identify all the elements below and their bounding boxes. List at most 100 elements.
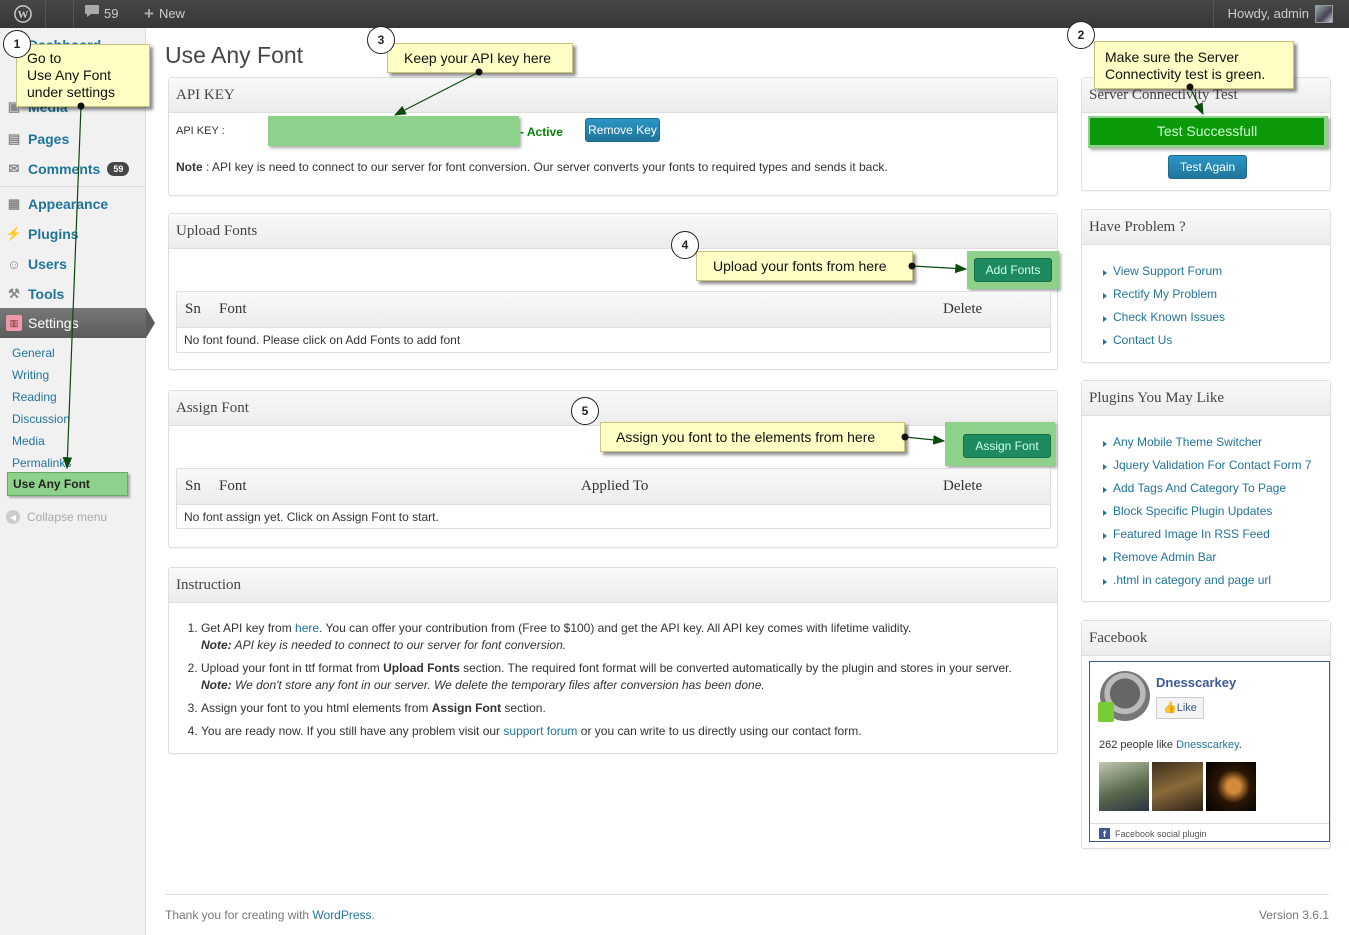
api-note: Note : API key is need to connect to our… <box>176 160 888 174</box>
fan-avatar[interactable] <box>1152 762 1203 811</box>
comments-badge: 59 <box>107 162 130 176</box>
plugins-header: Plugins You May Like <box>1082 381 1330 416</box>
admin-bar: W 59 + New Howdy, admin <box>0 0 1349 28</box>
social-plugin-label: Facebook social plugin <box>1115 828 1207 839</box>
list-item: Contact Us <box>1102 329 1225 352</box>
have-problem-header: Have Problem ? <box>1082 210 1330 245</box>
sidebar-item-appearance[interactable]: ▦ Appearance <box>0 189 146 219</box>
assign-font-button[interactable]: Assign Font <box>963 434 1051 458</box>
col-delete: Delete <box>943 301 983 317</box>
comments-icon: ✉ <box>8 161 20 176</box>
likes-link[interactable]: Dnesscarkey <box>1176 739 1239 751</box>
note-text: : API key is need to connect to our serv… <box>206 160 888 174</box>
add-fonts-button[interactable]: Add Fonts <box>974 258 1052 282</box>
sidebar-item-label: Tools <box>28 286 65 302</box>
list-item: Block Specific Plugin Updates <box>1103 500 1312 523</box>
facebook-social-plugin: f Facebook social plugin <box>1099 828 1207 839</box>
callout-line: Use Any Font <box>27 67 112 83</box>
callout-1: Go to Use Any Font under settings <box>16 44 150 107</box>
assign-font-header: Assign Font <box>169 391 1057 426</box>
footer-text: . <box>371 908 375 922</box>
callout-line: Go to <box>27 50 62 66</box>
view-support-forum-link[interactable]: View Support Forum <box>1113 264 1222 278</box>
list-item: Check Known Issues <box>1102 306 1225 329</box>
submenu-discussion[interactable]: Discussion <box>12 412 70 426</box>
admin-bar-comments[interactable]: 59 <box>84 0 118 28</box>
sidebar-item-pages[interactable]: ▤ Pages <box>0 124 146 154</box>
collapse-menu[interactable]: ◀ Collapse menu <box>6 510 107 524</box>
note-label: Note <box>176 160 203 174</box>
new-label: New <box>158 6 185 21</box>
footer-text: Thank you for creating with <box>165 908 313 922</box>
plugins-icon: ⚡ <box>5 226 23 241</box>
plugins-box: Plugins You May Like Any Mobile Theme Sw… <box>1081 380 1331 602</box>
fan-avatar[interactable] <box>1206 762 1256 811</box>
fan-avatar[interactable] <box>1099 762 1149 811</box>
known-issues-link[interactable]: Check Known Issues <box>1113 310 1225 324</box>
callout-5: Assign you font to the elements from her… <box>600 422 905 452</box>
sidebar-item-plugins[interactable]: ⚡ Plugins <box>0 219 146 249</box>
wordpress-link[interactable]: WordPress <box>312 908 371 922</box>
here-link[interactable]: here <box>295 621 319 635</box>
api-key-input[interactable] <box>268 116 519 146</box>
sidebar-item-tools[interactable]: ⚒ Tools <box>0 279 146 309</box>
plugin-link[interactable]: .html in category and page url <box>1113 573 1271 587</box>
sidebar-item-label: Appearance <box>28 196 109 212</box>
admin-bar-new[interactable]: + New <box>144 0 185 28</box>
step-marker-2: 2 <box>1067 21 1095 49</box>
api-key-header: API KEY <box>169 78 1057 113</box>
admin-bar-separator <box>46 0 74 28</box>
footer-divider <box>165 894 1329 895</box>
plugin-link[interactable]: Jquery Validation For Contact Form 7 <box>1113 458 1312 472</box>
instruction-box: Instruction Get API key from here. You c… <box>168 567 1058 754</box>
facebook-box: Facebook Dnesscarkey 👍Like 262 people li… <box>1081 620 1331 849</box>
likes-prefix: 262 people like <box>1099 739 1177 751</box>
submenu-general[interactable]: General <box>12 346 55 360</box>
instruction-text: section. The required font format will b… <box>459 661 1012 675</box>
instruction-header: Instruction <box>169 568 1057 603</box>
instruction-text: section. <box>501 701 546 715</box>
sidebar-item-settings[interactable]: ▥ Settings <box>0 308 155 338</box>
contact-us-link[interactable]: Contact Us <box>1113 333 1172 347</box>
menu-separator <box>0 186 146 187</box>
submenu-writing[interactable]: Writing <box>12 368 49 382</box>
likes-count: 262 people like Dnesscarkey. <box>1099 739 1242 751</box>
submenu-media[interactable]: Media <box>12 434 45 448</box>
sidebar-item-label: Comments <box>28 161 101 177</box>
support-forum-link[interactable]: support forum <box>503 724 577 738</box>
test-successful-button[interactable]: Test Successfull <box>1090 118 1324 145</box>
plugin-link[interactable]: Featured Image In RSS Feed <box>1113 527 1270 541</box>
callout-line: Connectivity test is green. <box>1105 66 1266 82</box>
col-delete: Delete <box>943 478 983 494</box>
svg-text:W: W <box>17 9 28 21</box>
api-key-label: API KEY : <box>176 125 225 137</box>
list-item: Any Mobile Theme Switcher <box>1103 431 1312 454</box>
sidebar-item-label: Settings <box>28 315 79 331</box>
settings-icon: ▥ <box>6 315 22 331</box>
instruction-text: . You can offer your contribution from (… <box>319 621 912 635</box>
remove-key-button[interactable]: Remove Key <box>585 118 660 142</box>
submenu-reading[interactable]: Reading <box>12 390 57 404</box>
plugin-link[interactable]: Remove Admin Bar <box>1113 550 1216 564</box>
rectify-problem-link[interactable]: Rectify My Problem <box>1113 287 1217 301</box>
facebook-page-name[interactable]: Dnesscarkey <box>1156 675 1236 690</box>
facebook-header: Facebook <box>1082 621 1330 656</box>
plugin-link[interactable]: Add Tags And Category To Page <box>1113 481 1286 495</box>
instruction-list: Get API key from here. You can offer you… <box>201 620 1051 746</box>
sidebar-item-comments[interactable]: ✉ Comments 59 <box>0 154 146 184</box>
callout-2: Make sure the Server Connectivity test i… <box>1094 41 1294 89</box>
pages-icon: ▤ <box>7 131 21 146</box>
test-again-button[interactable]: Test Again <box>1168 155 1247 179</box>
plugin-link[interactable]: Any Mobile Theme Switcher <box>1113 435 1262 449</box>
tools-icon: ⚒ <box>8 286 20 301</box>
fonts-table-header: Sn Font Delete <box>177 292 1050 328</box>
like-button[interactable]: 👍Like <box>1156 697 1204 719</box>
submenu-permalinks[interactable]: Permalinks <box>12 456 71 470</box>
sidebar-item-users[interactable]: ☺ Users <box>0 249 146 279</box>
submenu-use-any-font[interactable]: Use Any Font <box>7 472 128 496</box>
have-problem-box: Have Problem ? View Support Forum Rectif… <box>1081 209 1331 363</box>
plugin-link[interactable]: Block Specific Plugin Updates <box>1113 504 1272 518</box>
wordpress-logo-icon[interactable]: W <box>0 0 46 28</box>
admin-bar-account[interactable]: Howdy, admin <box>1212 0 1349 28</box>
list-item: Featured Image In RSS Feed <box>1103 523 1312 546</box>
